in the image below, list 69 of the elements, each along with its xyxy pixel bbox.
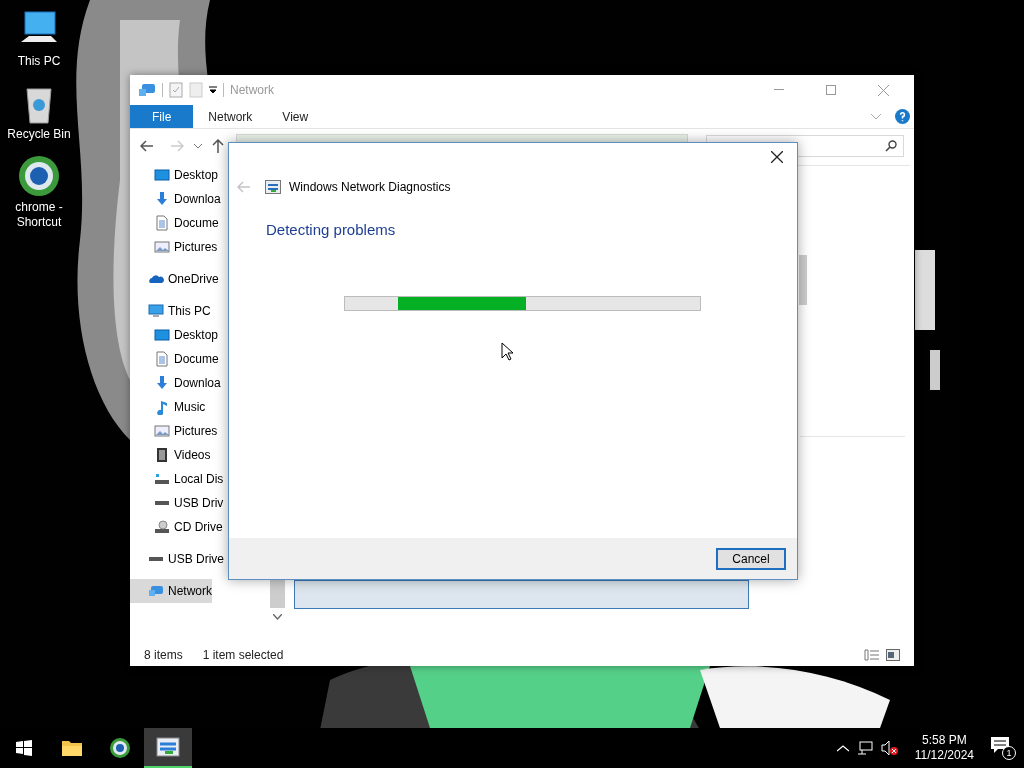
close-icon — [771, 151, 783, 163]
search-icon — [885, 140, 897, 152]
chevron-icon[interactable] — [194, 143, 202, 149]
windows-logo-icon — [16, 740, 32, 756]
folder-icon — [61, 739, 83, 757]
tiles-view-icon[interactable] — [886, 649, 900, 661]
sidebar-item[interactable]: Network — [130, 579, 212, 603]
desktop-icon-label[interactable]: chrome - Shortcut — [15, 200, 63, 230]
scrollbar-thumb[interactable] — [799, 255, 807, 305]
speaker-muted-icon[interactable] — [880, 740, 899, 756]
item-count: 8 items — [144, 648, 183, 662]
taskbar-app[interactable] — [144, 728, 192, 768]
dropdown-icon[interactable] — [209, 86, 217, 94]
pc-icon — [148, 303, 164, 319]
sidebar-item[interactable]: Local Dis — [130, 467, 224, 491]
disk-icon — [154, 471, 170, 487]
close-icon — [877, 84, 889, 96]
sidebar-item[interactable]: This PC — [130, 299, 211, 323]
document-icon — [154, 215, 170, 231]
sidebar-item[interactable]: OneDrive — [130, 267, 219, 291]
network-icon[interactable] — [856, 741, 873, 755]
diagnostics-icon — [265, 180, 281, 194]
dialog-title: Windows Network Diagnostics — [289, 180, 451, 194]
ribbon-tab[interactable]: Network — [193, 105, 268, 128]
globe-icon — [109, 737, 131, 759]
clock-time[interactable]: 5:58 PM — [922, 733, 967, 748]
diagnostics-icon — [156, 736, 180, 758]
selected-item[interactable] — [294, 580, 749, 609]
music-icon — [154, 399, 170, 415]
scroll-down-icon[interactable] — [273, 614, 282, 620]
cancel-button[interactable]: Cancel — [716, 547, 786, 570]
ribbon-tab[interactable]: File — [130, 105, 194, 128]
selection-status: 1 item selected — [202, 648, 284, 662]
sidebar-item[interactable]: USB Driv — [130, 491, 224, 515]
desktop-icon-label[interactable]: This PC — [17, 54, 61, 69]
usb-icon — [148, 556, 164, 562]
desktop-icon — [154, 167, 170, 183]
sidebar-item[interactable]: Music — [130, 395, 206, 419]
sidebar-item[interactable]: Docume — [130, 347, 219, 371]
network-icon — [148, 583, 164, 599]
video-icon — [154, 447, 170, 463]
download-icon — [154, 375, 170, 391]
desktop-icon — [154, 327, 170, 343]
pointer-icon — [501, 342, 514, 361]
network-icon — [138, 82, 156, 98]
minimize-icon — [774, 89, 784, 91]
sidebar-item[interactable]: CD Drive — [130, 515, 223, 539]
help-icon[interactable] — [895, 109, 910, 124]
up-arrow-icon[interactable] — [212, 139, 224, 153]
globe-icon — [17, 154, 61, 198]
sidebar-item[interactable]: Desktop — [130, 323, 219, 347]
maximize-icon — [826, 85, 836, 95]
desktop-icon-label[interactable]: Recycle Bin — [7, 127, 71, 142]
cd-icon — [154, 519, 170, 535]
sidebar-item[interactable]: Downloa — [130, 371, 221, 395]
sidebar-item[interactable]: Pictures — [130, 419, 218, 443]
window-title: Network — [230, 83, 274, 97]
caret-up-icon[interactable] — [836, 744, 849, 752]
clock-date[interactable]: 11/12/2024 — [914, 748, 974, 763]
pictures-icon — [154, 239, 170, 255]
download-icon — [154, 191, 170, 207]
sidebar-item[interactable]: USB Drive — [130, 547, 224, 571]
pictures-icon — [154, 423, 170, 439]
sidebar-item[interactable]: Videos — [130, 443, 211, 467]
document-icon — [154, 351, 170, 367]
ribbon-tab[interactable]: View — [267, 105, 324, 128]
dialog-heading: Detecting problems — [265, 220, 397, 238]
usb-icon — [154, 500, 170, 506]
back-arrow-icon[interactable] — [140, 140, 154, 152]
